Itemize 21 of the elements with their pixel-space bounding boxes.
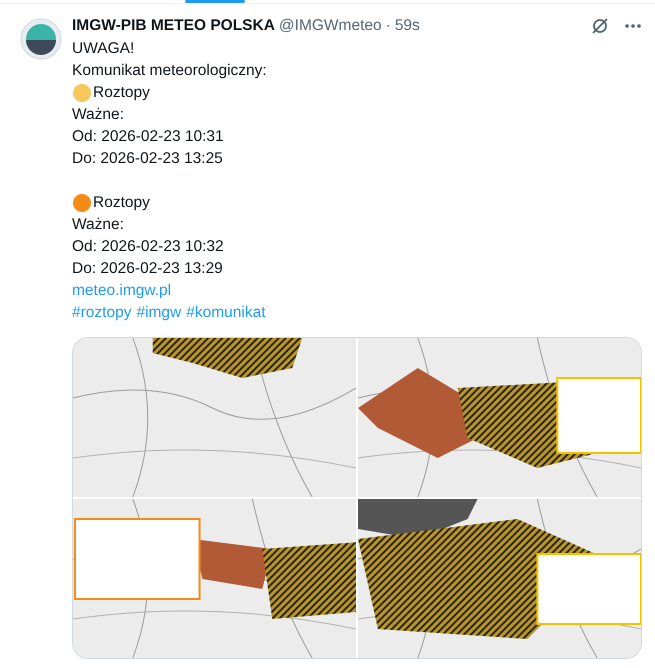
post-time[interactable]: 59s — [394, 17, 420, 35]
post-text: Komunikat meteorologiczny: — [72, 61, 267, 81]
post-text: Od: 2026-02-23 10:31 — [72, 127, 224, 147]
post-text: Ważne: — [72, 105, 124, 125]
hashtag-link[interactable]: #komunikat — [186, 302, 266, 324]
more-icon[interactable] — [624, 23, 642, 29]
post-text: Od: 2026-02-23 10:32 — [72, 237, 224, 257]
avatar — [20, 18, 62, 60]
post-text: UWAGA! — [72, 39, 134, 59]
hashtag-link[interactable]: #imgw — [136, 302, 182, 324]
post-text: Do: 2026-02-23 13:29 — [72, 259, 223, 279]
link[interactable]: meteo.imgw.pl — [72, 280, 172, 302]
alert-title: Roztopy — [93, 83, 150, 103]
post-text: Ważne: — [72, 215, 124, 235]
separator-dot: · — [386, 17, 391, 35]
author-name[interactable]: IMGW-PIB METEO POLSKA — [72, 17, 275, 35]
alert-title: Roztopy — [93, 193, 150, 213]
hashtag-link[interactable]: #roztopy — [72, 302, 132, 324]
author-handle[interactable]: @IMGWmeteo — [278, 17, 382, 35]
tab-indicator — [185, 0, 245, 3]
post-text: Do: 2026-02-23 13:25 — [72, 149, 223, 169]
